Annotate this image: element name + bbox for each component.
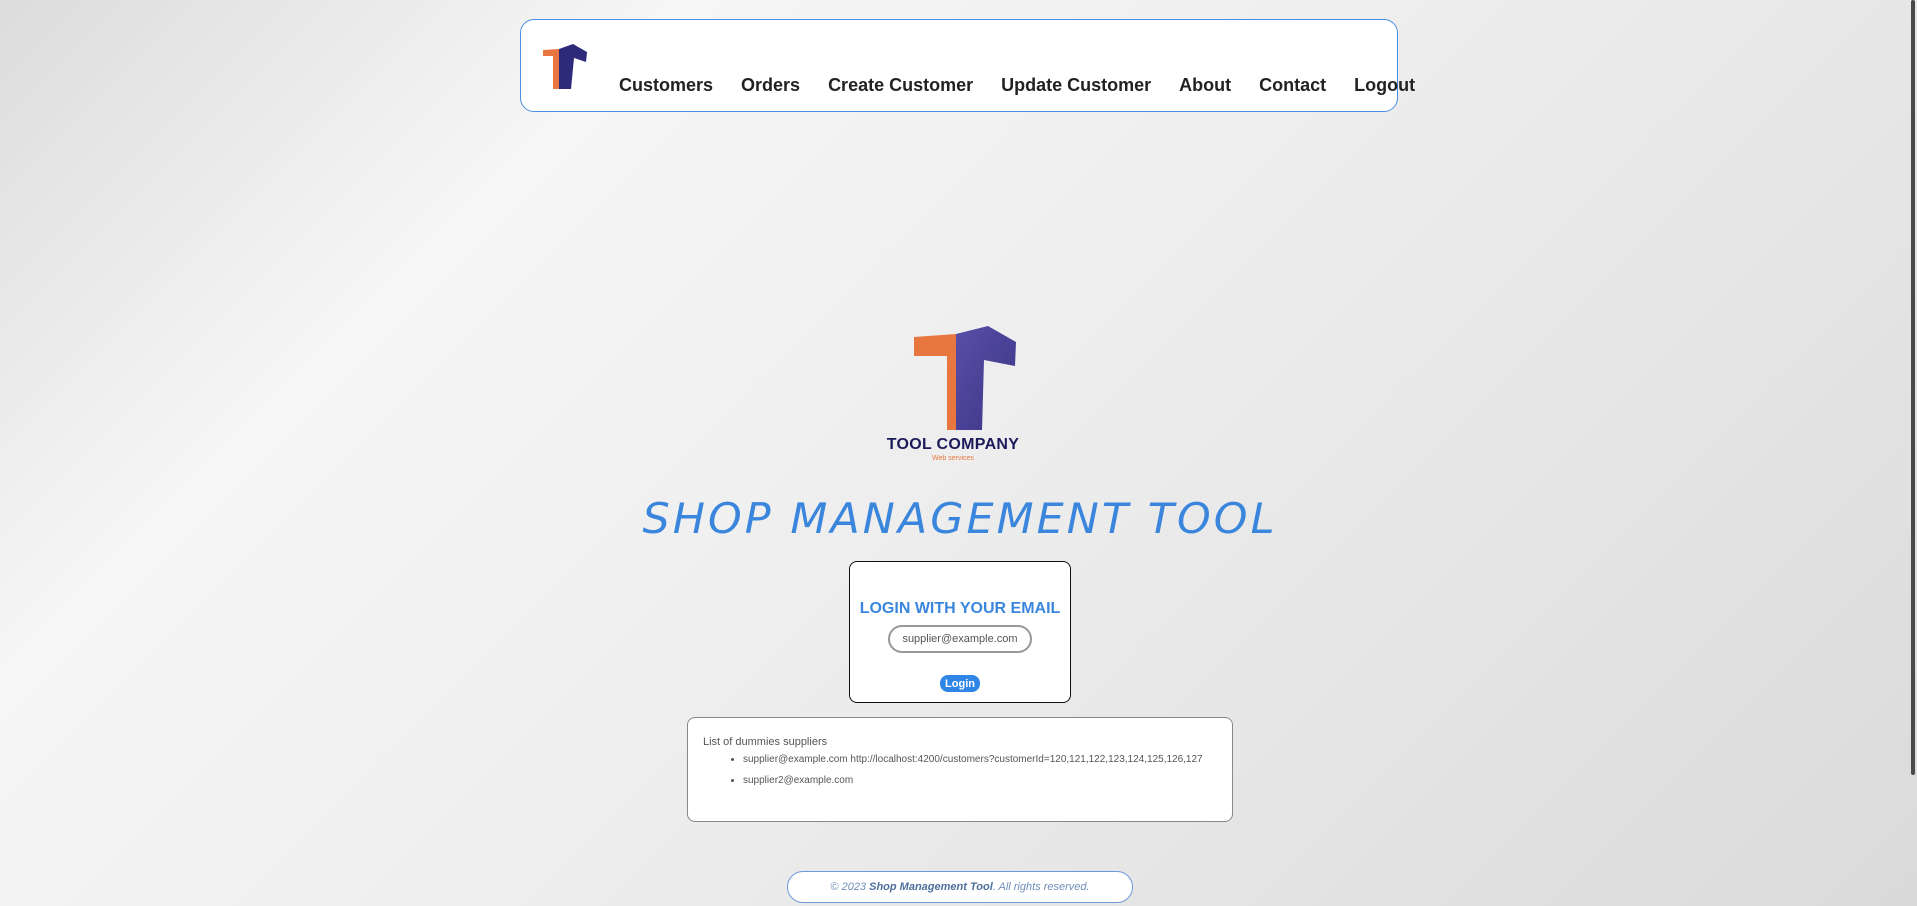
tool-company-logo-icon[interactable] xyxy=(543,44,587,90)
list-item: supplier2@example.com xyxy=(743,775,1203,787)
footer: © 2023 Shop Management Tool. All rights … xyxy=(787,871,1133,903)
footer-suffix: . All rights reserved. xyxy=(992,881,1090,893)
list-item: supplier@example.com http://localhost:42… xyxy=(743,754,1203,766)
login-heading: LOGIN WITH YOUR EMAIL xyxy=(859,600,1061,617)
nav-link-about[interactable]: About xyxy=(1179,75,1231,96)
nav-link-orders[interactable]: Orders xyxy=(741,75,800,96)
company-name: TOOL COMPANY xyxy=(886,436,1020,453)
nav-link-create-customer[interactable]: Create Customer xyxy=(828,75,973,96)
footer-prefix: © 2023 xyxy=(830,881,870,893)
login-card: LOGIN WITH YOUR EMAIL Login xyxy=(849,561,1071,703)
suppliers-title: List of dummies suppliers xyxy=(703,736,828,748)
nav-link-update-customer[interactable]: Update Customer xyxy=(1001,75,1151,96)
dummy-suppliers-panel: List of dummies suppliers supplier@examp… xyxy=(687,717,1233,822)
login-button[interactable]: Login xyxy=(940,675,980,692)
nav-links: Customers Orders Create Customer Update … xyxy=(619,75,1415,96)
nav-link-logout[interactable]: Logout xyxy=(1354,75,1415,96)
page-title: SHOP MANAGEMENT TOOL xyxy=(642,494,1278,543)
suppliers-list: supplier@example.com http://localhost:42… xyxy=(728,754,1203,796)
top-navbar: Customers Orders Create Customer Update … xyxy=(520,19,1415,112)
nav-link-customers[interactable]: Customers xyxy=(619,75,713,96)
nav-link-contact[interactable]: Contact xyxy=(1259,75,1326,96)
vertical-scrollbar[interactable] xyxy=(1905,0,1917,906)
company-tagline: Web services xyxy=(932,455,974,462)
email-input[interactable] xyxy=(888,625,1032,653)
scrollbar-thumb[interactable] xyxy=(1911,0,1915,775)
footer-app-name: Shop Management Tool xyxy=(869,881,993,893)
